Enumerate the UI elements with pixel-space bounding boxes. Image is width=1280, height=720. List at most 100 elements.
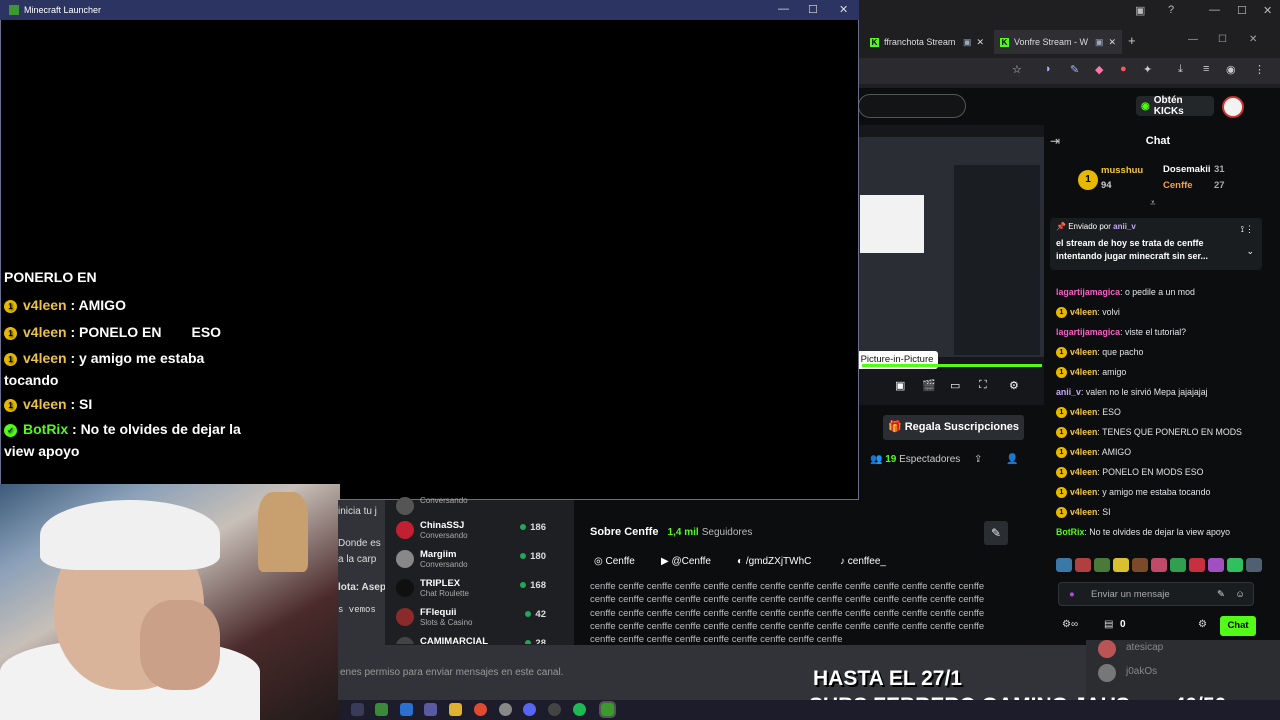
- extension-icon[interactable]: ●: [1120, 63, 1127, 75]
- theater-icon[interactable]: ▭: [950, 379, 960, 392]
- instagram-link[interactable]: ◎ Cenffe: [594, 556, 635, 567]
- browser-menu-icon[interactable]: ⋮: [1254, 63, 1265, 76]
- video-progress[interactable]: [862, 364, 1042, 367]
- emote-icon[interactable]: [1075, 558, 1091, 572]
- taskbar-app-icon[interactable]: [424, 703, 437, 716]
- chat-username[interactable]: anii_v: [1056, 387, 1081, 397]
- chat-username[interactable]: v4leen: [1070, 347, 1097, 357]
- chat-username[interactable]: lagartijamagica: [1056, 327, 1120, 337]
- taskbar-app-icon[interactable]: [375, 703, 388, 716]
- extension-icon[interactable]: ◗: [1045, 63, 1052, 75]
- side-user-name[interactable]: atesicap: [1126, 642, 1163, 653]
- discord-link[interactable]: ◐ /gmdZXjTWhC: [737, 556, 811, 567]
- chat-username[interactable]: v4leen: [1070, 447, 1097, 457]
- download-icon[interactable]: ⤓: [1178, 63, 1183, 76]
- discord-member-item[interactable]: TRIPLEX Chat Roulette 168: [396, 578, 546, 604]
- emote-picker-icon[interactable]: ☺: [1235, 589, 1245, 600]
- user-avatar[interactable]: [1222, 96, 1244, 118]
- unpin-icon[interactable]: ⟟: [1241, 224, 1244, 235]
- discord-member-item[interactable]: Margiim Conversando 180: [396, 549, 546, 575]
- edit-pencil-icon[interactable]: ✎: [984, 521, 1008, 545]
- browser-close-icon[interactable]: ✕: [1249, 34, 1257, 45]
- discord-member-item[interactable]: CAMIMARCIAL 28: [396, 636, 546, 644]
- taskview-icon[interactable]: [351, 703, 364, 716]
- youtube-link[interactable]: ▶ @Cenffe: [661, 556, 711, 567]
- taskbar-app-icon[interactable]: [400, 703, 413, 716]
- browser-tab-2[interactable]: K Vonfre Stream - W ▣ ✕: [994, 30, 1122, 54]
- help-icon[interactable]: ?: [1168, 4, 1174, 16]
- overlay-badge-icon: ✓: [4, 424, 17, 437]
- launcher-maximize-button[interactable]: ☐: [808, 3, 818, 16]
- chat-username[interactable]: v4leen: [1070, 307, 1097, 317]
- extensions-puzzle-icon[interactable]: ✦: [1143, 63, 1152, 76]
- chat-username[interactable]: v4leen: [1070, 407, 1097, 417]
- get-kicks-button[interactable]: ◉ Obtén KICKs: [1136, 95, 1214, 117]
- search-input[interactable]: [858, 94, 966, 118]
- chat-username[interactable]: v4leen: [1070, 467, 1097, 477]
- emote-icon[interactable]: [1189, 558, 1205, 572]
- emote-icon[interactable]: [1170, 558, 1186, 572]
- launcher-close-button[interactable]: ✕: [839, 3, 848, 16]
- pip-icon[interactable]: ▣: [895, 379, 905, 392]
- translate-icon[interactable]: ✎: [1217, 589, 1225, 600]
- spotify-icon[interactable]: [573, 703, 586, 716]
- emote-icon[interactable]: [1227, 558, 1243, 572]
- chat-username[interactable]: v4leen: [1070, 487, 1097, 497]
- chat-username[interactable]: v4leen: [1070, 507, 1097, 517]
- close-icon[interactable]: ✕: [1263, 4, 1272, 17]
- launcher-minimize-button[interactable]: —: [778, 3, 789, 15]
- emote-icon[interactable]: [1094, 558, 1110, 572]
- clip-icon[interactable]: 🎬: [922, 379, 936, 392]
- discord-app-icon[interactable]: [523, 703, 536, 716]
- send-chat-button[interactable]: Chat: [1220, 616, 1256, 636]
- new-tab-button[interactable]: +: [1128, 33, 1136, 48]
- minecraft-taskbar-icon[interactable]: [599, 701, 616, 718]
- chevron-down-icon[interactable]: ⌄: [1246, 246, 1254, 257]
- emote-icon[interactable]: [1132, 558, 1148, 572]
- browser-minimize-icon[interactable]: —: [1188, 34, 1198, 45]
- emote-icon[interactable]: [1246, 558, 1262, 572]
- settings-link-icon[interactable]: ⚙∞: [1062, 619, 1078, 630]
- minimize-icon[interactable]: —: [1209, 4, 1220, 16]
- extension-icon[interactable]: ◆: [1095, 63, 1103, 76]
- screenshot-icon[interactable]: ▣: [1135, 4, 1145, 17]
- emote-icon[interactable]: [1151, 558, 1167, 572]
- obs-icon[interactable]: [548, 703, 561, 716]
- chat-username[interactable]: v4leen: [1070, 367, 1097, 377]
- chat-username[interactable]: v4leen: [1070, 427, 1097, 437]
- reading-list-icon[interactable]: ≡: [1203, 63, 1209, 75]
- chat-settings-icon[interactable]: ⚙: [1198, 619, 1207, 630]
- discord-member-item[interactable]: ChinaSSJ Conversando 186: [396, 520, 546, 546]
- profile-icon[interactable]: ◉: [1226, 63, 1236, 76]
- emote-icon[interactable]: [1208, 558, 1224, 572]
- tiktok-link[interactable]: ♪ cenffee_: [840, 556, 886, 567]
- chat-username[interactable]: lagartijamagica: [1056, 287, 1120, 297]
- pinned-message[interactable]: 📌 Enviado por anii_v el stream de hoy se…: [1050, 218, 1262, 270]
- more-options-icon[interactable]: ⋮: [1245, 224, 1254, 235]
- address-bar[interactable]: [858, 58, 1280, 84]
- follow-user-icon[interactable]: 👤: [1006, 454, 1018, 465]
- taskbar-app-icon[interactable]: [499, 703, 512, 716]
- maximize-icon[interactable]: ☐: [1237, 4, 1247, 17]
- side-user-name[interactable]: j0akOs: [1126, 666, 1157, 677]
- chat-input[interactable]: ● Enviar un mensaje ✎ ☺: [1058, 582, 1254, 606]
- discord-member-item[interactable]: FFlequii Slots & Casino 42: [396, 607, 546, 633]
- tab-close-icon[interactable]: ✕: [976, 37, 984, 48]
- translate-icon[interactable]: ✎: [1070, 63, 1079, 76]
- filter-icon[interactable]: ⩡: [1150, 198, 1156, 209]
- share-icon[interactable]: ⇪: [974, 454, 982, 465]
- tab-close-icon[interactable]: ✕: [1108, 37, 1116, 48]
- chat-username[interactable]: BotRix: [1056, 527, 1084, 537]
- browser-maximize-icon[interactable]: ☐: [1218, 34, 1227, 45]
- emote-icon[interactable]: [1056, 558, 1072, 572]
- bookmark-star-icon[interactable]: ☆: [1012, 63, 1022, 76]
- fullscreen-icon[interactable]: ⛶: [979, 379, 987, 392]
- video-settings-icon[interactable]: ⚙: [1009, 379, 1019, 392]
- discord-member-item[interactable]: Conversando: [396, 496, 546, 516]
- emote-icon[interactable]: [1113, 558, 1129, 572]
- folder-icon[interactable]: [449, 703, 462, 716]
- gift-subs-button[interactable]: 🎁 Regala Suscripciones: [883, 415, 1024, 440]
- chrome-icon[interactable]: [474, 703, 487, 716]
- store-icon[interactable]: ▤: [1104, 619, 1113, 630]
- browser-tab-1[interactable]: K ffranchota Stream ▣ ✕: [864, 30, 990, 54]
